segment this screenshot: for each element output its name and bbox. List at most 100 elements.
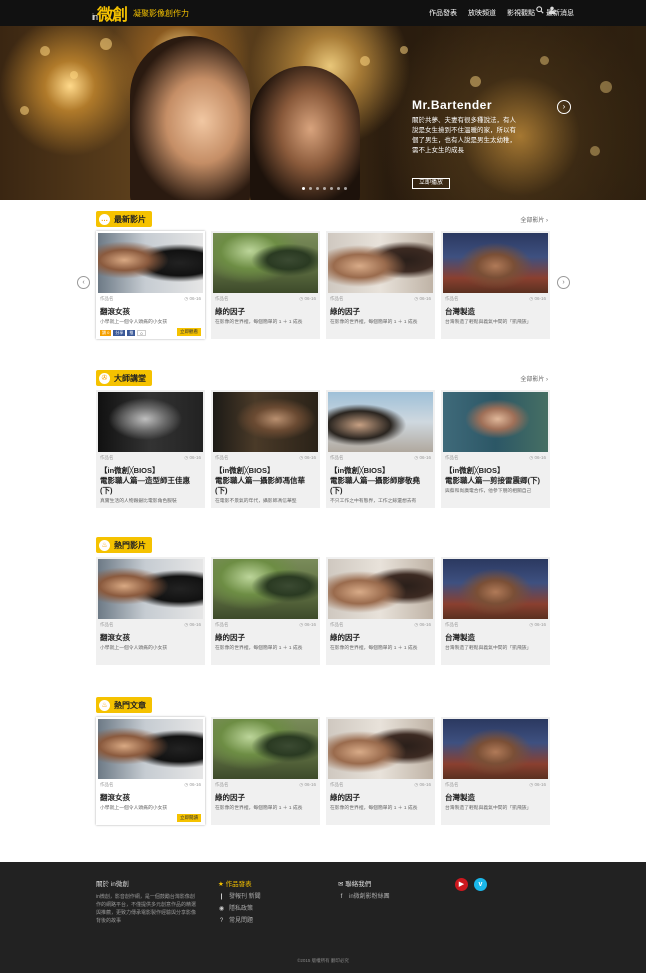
hero-slide-dot[interactable] <box>330 187 333 190</box>
video-card[interactable]: 作品名 ◷ 06-16 綠的因子 在影像的世界裡，每個簡單的 1 ＋ 1 成長 <box>326 557 435 665</box>
video-thumbnail[interactable] <box>443 233 548 293</box>
card-date: ◷ 06-16 <box>414 455 431 460</box>
like-button[interactable]: 讚 0 <box>100 330 112 336</box>
video-card[interactable]: 作品名 ◷ 06-16 翻滾女孩 小學就上一個令人頭痛的小女孩 <box>96 557 205 665</box>
video-card[interactable]: 作品名 ◷ 06-16 綠的因子 在影像的世界裡，每個簡單的 1 ＋ 1 成長 <box>211 231 320 339</box>
card-description: 台灣製造了輕鬆與義氣中間的「凱飛族」 <box>445 806 532 811</box>
video-card[interactable]: 作品名 ◷ 06-16 【in微創╳BIOS】 電影職人篇—攝影師廖敬堯(下) … <box>326 390 435 508</box>
hero-slide-dot[interactable] <box>323 187 326 190</box>
video-thumbnail[interactable] <box>98 392 203 452</box>
card-title[interactable]: 翻滾女孩 <box>96 302 205 317</box>
card-date: ◷ 06-16 <box>299 296 316 301</box>
video-card[interactable]: 作品名 ◷ 06-16 【in微創╳BIOS】 電影職人篇—攝影師馮信華(下) … <box>211 390 320 508</box>
nav-item-channel[interactable]: 放映頻道 <box>468 8 496 18</box>
hero-next-icon[interactable]: › <box>557 100 571 114</box>
video-thumbnail[interactable] <box>443 559 548 619</box>
video-card[interactable]: 作品名 ◷ 06-16 綠的因子 在影像的世界裡，每個簡單的 1 ＋ 1 成長 <box>211 557 320 665</box>
section-title: 熱門文章 <box>114 700 146 710</box>
youtube-icon[interactable]: ▶ <box>455 878 468 891</box>
section-more-link[interactable]: 全部影片 › <box>520 215 548 224</box>
watch-now-button[interactable]: 立即閱讀 <box>177 814 201 822</box>
footer-link-news[interactable]: ❙ 發報刊 新聞 <box>218 893 328 902</box>
video-thumbnail[interactable] <box>328 392 433 452</box>
card-meta: 作品名 ◷ 06-16 <box>211 619 320 628</box>
card-meta: 作品名 ◷ 06-16 <box>326 452 435 461</box>
video-thumbnail[interactable] <box>328 233 433 293</box>
card-title[interactable]: 綠的因子 <box>211 302 320 317</box>
footer-link-faq[interactable]: ? 常見問題 <box>218 917 328 926</box>
watch-now-button[interactable]: 立即觀看 <box>177 328 201 336</box>
site-logo[interactable]: in微創 凝聚影像創作力 <box>92 4 189 24</box>
footer-works-title: ★ 作品發表 <box>218 881 252 888</box>
search-icon[interactable] <box>535 6 545 18</box>
hero-slide-dot[interactable] <box>337 187 340 190</box>
card-description: 真實生活的人物跟銀比電影角色服裝 <box>100 499 177 504</box>
video-thumbnail[interactable] <box>328 719 433 779</box>
video-thumbnail[interactable] <box>443 719 548 779</box>
section-label: ♨ 熱門文章 <box>96 697 152 713</box>
card-title[interactable]: 【in微創╳BIOS】 電影職人篇—剪接雷震卿(下) <box>441 461 550 486</box>
card-title[interactable]: 綠的因子 <box>211 628 320 643</box>
video-card[interactable]: 作品名 ◷ 06-16 翻滾女孩 小學就上一個令人頭痛的小女孩 讚 0 分享 推… <box>96 231 205 339</box>
video-thumbnail[interactable] <box>328 559 433 619</box>
card-title[interactable]: 台灣製造 <box>441 302 550 317</box>
video-card[interactable]: 作品名 ◷ 06-16 台灣製造 台灣製造了輕鬆與義氣中間的「凱飛族」 <box>441 557 550 665</box>
carousel-prev-icon[interactable]: ‹ <box>77 276 90 289</box>
footer-link-facebook[interactable]: f in微創影粉絲團 <box>338 893 438 902</box>
eye-icon: ◉ <box>218 906 225 912</box>
footer-link-privacy[interactable]: ◉ 隱私政策 <box>218 905 328 914</box>
hero-play-button[interactable]: 立即播放 <box>412 178 450 189</box>
video-card[interactable]: 作品名 ◷ 06-16 台灣製造 台灣製造了輕鬆與義氣中間的「凱飛族」 <box>441 231 550 339</box>
card-category: 作品名 <box>445 455 459 460</box>
hero-slide-dot[interactable] <box>309 187 312 190</box>
card-description: 在影像的世界裡，每個簡單的 1 ＋ 1 成長 <box>215 320 303 325</box>
video-thumbnail[interactable] <box>213 233 318 293</box>
card-title[interactable]: 【in微創╳BIOS】 電影職人篇—攝影師馮信華(下) <box>211 461 320 496</box>
video-thumbnail[interactable] <box>213 559 318 619</box>
carousel-next-icon[interactable]: › <box>557 276 570 289</box>
video-card[interactable]: 作品名 ◷ 06-16 綠的因子 在影像的世界裡，每個簡單的 1 ＋ 1 成長 <box>326 231 435 339</box>
video-thumbnail[interactable] <box>98 233 203 293</box>
hero-slide-dot[interactable] <box>344 187 347 190</box>
hero-description: 關於共夢、夫妻有很多種說法，有人說是女生撿到不住溫暖的家，所以有個了男生，也有人… <box>412 117 516 154</box>
video-card[interactable]: 作品名 ◷ 06-16 綠的因子 在影像的世界裡，每個簡單的 1 ＋ 1 成長 <box>326 717 435 825</box>
video-card[interactable]: 作品名 ◷ 06-16 綠的因子 在影像的世界裡，每個簡單的 1 ＋ 1 成長 <box>211 717 320 825</box>
user-icon[interactable] <box>547 6 557 18</box>
question-icon: ? <box>219 918 224 924</box>
nav-item-works[interactable]: 作品發表 <box>429 8 457 18</box>
card-title[interactable]: 【in微創╳BIOS】 電影職人篇—造型師王佳惠(下) <box>96 461 205 496</box>
footer-contact: ✉ 聯絡我們 f in微創影粉絲團 <box>338 880 438 905</box>
video-card[interactable]: 作品名 ◷ 06-16 翻滾女孩 小學就上一個令人頭痛的小女孩 立即閱讀 <box>96 717 205 825</box>
hero-banner[interactable]: Mr.Bartender 關於共夢、夫妻有很多種說法，有人說是女生撿到不住溫暖的… <box>0 26 646 200</box>
megaphone-icon: ❙ <box>218 894 225 900</box>
video-thumbnail[interactable] <box>98 559 203 619</box>
video-card[interactable]: 作品名 ◷ 06-16 【in微創╳BIOS】 電影職人篇—剪接雷震卿(下) 與… <box>441 390 550 508</box>
video-card[interactable]: 作品名 ◷ 06-16 【in微創╳BIOS】 電影職人篇—造型師王佳惠(下) … <box>96 390 205 508</box>
hero-slide-dot[interactable] <box>302 187 305 190</box>
card-title[interactable]: 綠的因子 <box>326 788 435 803</box>
vimeo-icon[interactable]: v <box>474 878 487 891</box>
card-date: ◷ 06-16 <box>414 622 431 627</box>
video-thumbnail[interactable] <box>213 719 318 779</box>
section-label: ♨ 熱門影片 <box>96 537 152 553</box>
card-title[interactable]: 綠的因子 <box>326 302 435 317</box>
card-title[interactable]: 綠的因子 <box>326 628 435 643</box>
video-thumbnail[interactable] <box>443 392 548 452</box>
card-meta: 作品名 ◷ 06-16 <box>441 619 550 628</box>
card-title[interactable]: 翻滾女孩 <box>96 628 205 643</box>
video-card[interactable]: 作品名 ◷ 06-16 台灣製造 台灣製造了輕鬆與義氣中間的「凱飛族」 <box>441 717 550 825</box>
hero-slide-dot[interactable] <box>316 187 319 190</box>
card-title[interactable]: 台灣製造 <box>441 628 550 643</box>
fb-share-button[interactable]: 分享 <box>113 330 126 336</box>
section-more-link[interactable]: 全部影片 › <box>520 374 548 383</box>
card-title[interactable]: 綠的因子 <box>211 788 320 803</box>
card-title[interactable]: 台灣製造 <box>441 788 550 803</box>
card-description: 在影像的世界裡，每個簡單的 1 ＋ 1 成長 <box>330 646 418 651</box>
card-title[interactable]: 翻滾女孩 <box>96 788 205 803</box>
nav-item-viewpoint[interactable]: 影視觀點 <box>507 8 535 18</box>
tweet-button[interactable]: 推 <box>127 330 136 336</box>
card-title[interactable]: 【in微創╳BIOS】 電影職人篇—攝影師廖敬堯(下) <box>326 461 435 496</box>
video-thumbnail[interactable] <box>213 392 318 452</box>
video-thumbnail[interactable] <box>98 719 203 779</box>
section-header: ♨ 熱門文章 <box>96 697 550 713</box>
